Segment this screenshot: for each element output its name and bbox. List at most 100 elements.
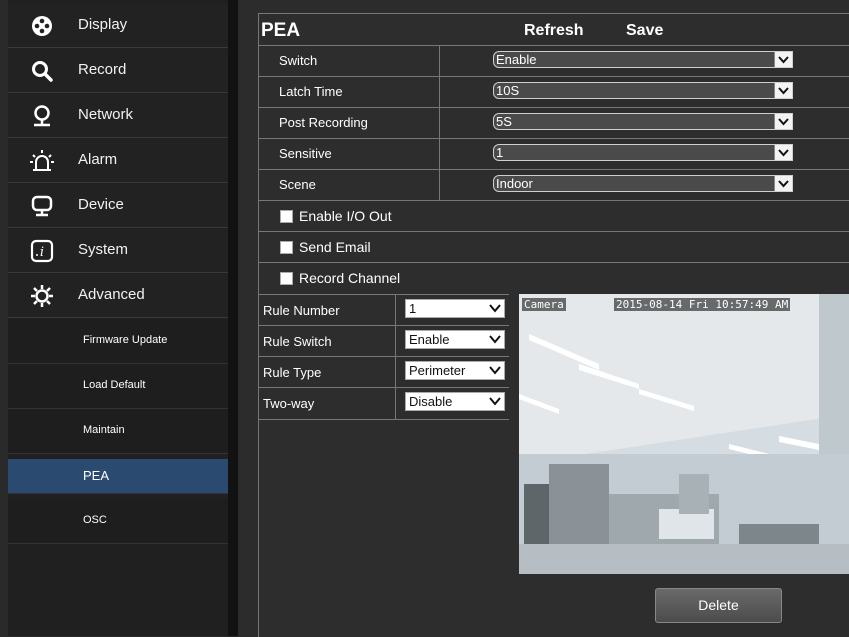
select-value: 1 xyxy=(409,301,417,316)
rule-type-select[interactable]: Perimeter xyxy=(405,361,505,380)
sub-item-label: OSC xyxy=(83,514,107,526)
column-divider xyxy=(439,77,440,107)
enable-io-out-checkbox[interactable] xyxy=(280,210,293,223)
rule-row: Rule Switch Enable xyxy=(259,325,509,357)
nav-item-label: Advanced xyxy=(78,286,145,303)
checkbox-row-io-out: Enable I/O Out xyxy=(259,200,849,231)
nav-item-label: Display xyxy=(78,16,128,33)
setting-label: Switch xyxy=(279,53,318,68)
nav-item-label: Alarm xyxy=(78,151,118,168)
record-channel-checkbox[interactable] xyxy=(280,272,293,285)
rule-row: Two-way Disable xyxy=(259,387,509,420)
sub-item-firmware-update[interactable]: Firmware Update xyxy=(8,319,228,364)
nav-item-label: System xyxy=(78,241,129,258)
save-button[interactable]: Save xyxy=(626,22,663,40)
switch-select[interactable]: Enable xyxy=(493,51,793,68)
network-icon xyxy=(30,104,54,128)
alarm-icon xyxy=(30,149,54,173)
column-divider xyxy=(395,326,396,357)
nav-item-advanced[interactable]: Advanced xyxy=(8,274,228,318)
column-divider xyxy=(395,388,396,419)
nav-item-label: Network xyxy=(78,106,134,123)
rule-table: Rule Number 1 Rule Switch Enable Rule Ty… xyxy=(259,294,509,420)
rule-row: Rule Type Perimeter xyxy=(259,356,509,388)
select-value: 10S xyxy=(496,83,520,98)
send-email-checkbox[interactable] xyxy=(280,241,293,254)
svg-text:i: i xyxy=(40,245,44,260)
chevron-down-icon xyxy=(489,397,501,406)
rule-label: Rule Number xyxy=(263,303,340,318)
sub-item-osc[interactable]: OSC xyxy=(8,499,228,544)
setting-label: Post Recording xyxy=(279,115,368,130)
checkbox-label: Record Channel xyxy=(299,270,401,286)
sidebar: Display Record Network Alarm Device i Sy… xyxy=(8,0,228,636)
column-divider xyxy=(439,108,440,138)
chevron-down-icon xyxy=(774,114,792,129)
rule-label: Rule Switch xyxy=(263,334,332,349)
setting-label: Sensitive xyxy=(279,146,332,161)
setting-row-sensitive: Sensitive 1 xyxy=(259,138,849,169)
camera-scene-image xyxy=(519,294,849,574)
chevron-down-icon xyxy=(774,176,792,191)
nav-item-alarm[interactable]: Alarm xyxy=(8,139,228,183)
search-icon xyxy=(30,59,54,83)
select-value: Indoor xyxy=(496,176,533,191)
select-value: Disable xyxy=(409,394,453,409)
display-icon xyxy=(30,14,54,38)
main-content: PEA Refresh Save Switch Enable Latch Tim… xyxy=(238,0,849,637)
chevron-down-icon xyxy=(489,304,501,313)
scene-select[interactable]: Indoor xyxy=(493,175,793,192)
monitor-icon xyxy=(30,194,54,218)
rule-label: Rule Type xyxy=(263,365,322,380)
nav-item-label: Device xyxy=(78,196,124,213)
select-value: Enable xyxy=(496,52,537,67)
column-divider xyxy=(439,170,440,200)
sub-item-label: Load Default xyxy=(83,379,146,391)
chevron-down-icon xyxy=(774,145,792,160)
nav-item-network[interactable]: Network xyxy=(8,94,228,138)
camera-timestamp: 2015-08-14 Fri 10:57:49 AM xyxy=(614,298,791,311)
camera-label: Camera xyxy=(522,298,566,311)
column-divider xyxy=(395,357,396,388)
column-divider xyxy=(395,295,396,326)
checkbox-label: Enable I/O Out xyxy=(299,208,392,224)
rule-switch-select[interactable]: Enable xyxy=(405,330,505,349)
sub-item-label: Firmware Update xyxy=(83,334,168,346)
pea-panel: PEA Refresh Save Switch Enable Latch Tim… xyxy=(258,13,849,637)
gear-icon xyxy=(30,284,54,308)
latch-time-select[interactable]: 10S xyxy=(493,82,793,99)
setting-row-post-recording: Post Recording 5S xyxy=(259,107,849,138)
setting-row-scene: Scene Indoor xyxy=(259,169,849,200)
setting-label: Latch Time xyxy=(279,84,343,99)
two-way-select[interactable]: Disable xyxy=(405,392,505,411)
select-value: Perimeter xyxy=(409,363,466,378)
chevron-down-icon xyxy=(774,83,792,98)
column-divider xyxy=(439,46,440,76)
select-value: 1 xyxy=(496,145,504,160)
rule-number-select[interactable]: 1 xyxy=(405,299,505,318)
checkbox-row-record-channel: Record Channel xyxy=(259,262,849,293)
post-recording-select[interactable]: 5S xyxy=(493,113,793,130)
sidebar-divider xyxy=(228,0,238,636)
sub-item-load-default[interactable]: Load Default xyxy=(8,364,228,409)
delete-button[interactable]: Delete xyxy=(655,588,782,623)
page-title: PEA xyxy=(261,20,301,41)
nav-item-device[interactable]: Device xyxy=(8,184,228,228)
nav-item-record[interactable]: Record xyxy=(8,49,228,93)
sub-item-label: Maintain xyxy=(83,424,125,436)
select-value: Enable xyxy=(409,332,450,347)
sub-item-maintain[interactable]: Maintain xyxy=(8,409,228,454)
nav-item-display[interactable]: Display xyxy=(8,4,228,48)
refresh-button[interactable]: Refresh xyxy=(524,22,584,40)
checkbox-row-send-email: Send Email xyxy=(259,231,849,262)
column-divider xyxy=(439,139,440,169)
setting-row-switch: Switch Enable xyxy=(259,45,849,76)
sub-item-pea[interactable]: PEA xyxy=(8,459,228,494)
chevron-down-icon xyxy=(774,52,792,67)
system-icon: i xyxy=(30,239,54,263)
nav-item-system[interactable]: i System xyxy=(8,229,228,273)
rule-label: Two-way xyxy=(263,396,315,411)
camera-preview[interactable]: Camera 2015-08-14 Fri 10:57:49 AM xyxy=(519,294,849,574)
chevron-down-icon xyxy=(489,335,501,344)
sensitive-select[interactable]: 1 xyxy=(493,144,793,161)
